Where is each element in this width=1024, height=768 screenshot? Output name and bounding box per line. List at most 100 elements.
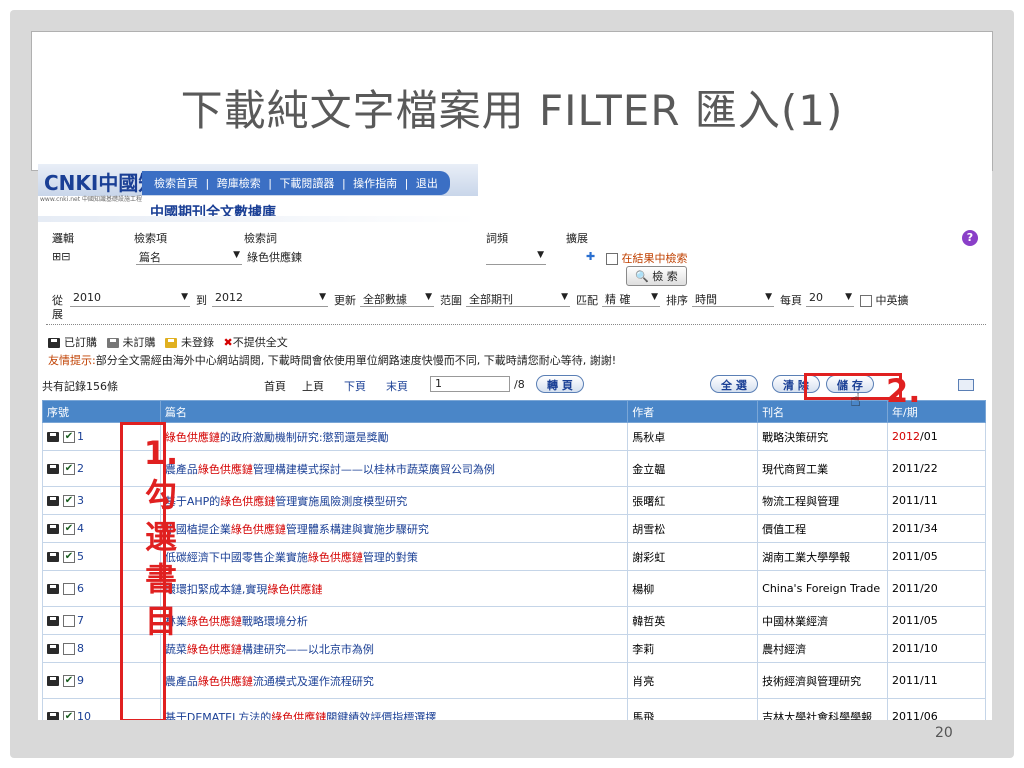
download-icon[interactable] (47, 644, 59, 654)
author-cell[interactable]: 李莉 (627, 634, 759, 663)
prev-page-link[interactable]: 上頁 (302, 378, 324, 394)
journal-cell[interactable]: 中國林業經濟 (757, 606, 889, 635)
row-checkbox[interactable]: ✔ (63, 551, 75, 563)
author-cell[interactable]: 肖亮 (627, 662, 759, 699)
field-select[interactable]: 篇名 ▼ (136, 248, 242, 265)
perpage-select[interactable]: 20 ▼ (806, 290, 854, 307)
author-cell[interactable]: 韓哲英 (627, 606, 759, 635)
article-title-link[interactable]: 基于AHP的綠色供應鏈管理實施風險測度模型研究 (159, 486, 629, 515)
header-number[interactable]: 序號 (42, 400, 161, 423)
journal-cell[interactable]: 現代商貿工業 (757, 450, 889, 487)
header-title[interactable]: 篇名 (159, 400, 629, 423)
to-label: 到 (196, 294, 207, 307)
goto-page-button[interactable]: 轉 頁 (536, 375, 584, 393)
download-icon[interactable] (47, 584, 59, 594)
nav-reader[interactable]: 下載閱讀器 (279, 177, 334, 190)
year-cell[interactable]: 2011/05 (887, 542, 986, 571)
author-cell[interactable]: 金立韞 (627, 450, 759, 487)
journal-cell[interactable]: 湖南工業大學學報 (757, 542, 889, 571)
next-page-link[interactable]: 下頁 (344, 378, 366, 394)
article-title-link[interactable]: 低碳經濟下中國零售企業實施綠色供應鏈管理的對策 (159, 542, 629, 571)
year-cell[interactable]: 2011/22 (887, 450, 986, 487)
row-checkbox[interactable]: ✔ (63, 463, 75, 475)
row-number: 8 (77, 642, 84, 655)
year-cell[interactable]: 2011/06 (887, 698, 986, 720)
year-cell[interactable]: 2011/20 (887, 570, 986, 607)
year-cell[interactable]: 2011/11 (887, 662, 986, 699)
step2-annotation: 2. (886, 372, 921, 410)
year-cell[interactable]: 2012/01 (887, 422, 986, 451)
author-cell[interactable]: 謝彩虹 (627, 542, 759, 571)
article-title-link[interactable]: 中國植提企業綠色供應鏈管理體系構建與實施步驟研究 (159, 514, 629, 543)
year-cell[interactable]: 2011/05 (887, 606, 986, 635)
download-icon[interactable] (47, 496, 59, 506)
nav-guide[interactable]: 操作指南 (353, 177, 397, 190)
row-checkbox[interactable]: ✔ (63, 523, 75, 535)
year-cell[interactable]: 2011/10 (887, 634, 986, 663)
article-title-link[interactable]: 農產品綠色供應鏈管理構建模式探討——以桂林市蔬菜廣貿公司為例 (159, 450, 629, 487)
journal-cell[interactable]: 戰略決策研究 (757, 422, 889, 451)
update-select[interactable]: 全部數據 ▼ (360, 290, 434, 307)
from-year-select[interactable]: 2010 ▼ (70, 290, 190, 307)
download-icon[interactable] (47, 524, 59, 534)
author-cell[interactable]: 胡雪松 (627, 514, 759, 543)
year-cell[interactable]: 2011/11 (887, 486, 986, 515)
freq-select[interactable]: ▼ (486, 248, 546, 265)
sort-select[interactable]: 時間 ▼ (692, 290, 774, 307)
match-select[interactable]: 精 確 ▼ (602, 290, 660, 307)
author-cell[interactable]: 張曙紅 (627, 486, 759, 515)
row-checkbox[interactable]: ✔ (63, 495, 75, 507)
row-checkbox[interactable]: ✔ (63, 431, 75, 443)
download-icon[interactable] (47, 712, 59, 720)
header-journal[interactable]: 刊名 (757, 400, 889, 423)
select-all-button[interactable]: 全 選 (710, 375, 758, 393)
article-title-link[interactable]: 環環扣緊成本鏈,實現綠色供應鏈 (159, 570, 629, 607)
row-checkbox[interactable]: ✔ (63, 711, 75, 720)
download-icon[interactable] (47, 676, 59, 686)
journal-cell[interactable]: 吉林大學社會科學學報 (757, 698, 889, 720)
field-label: 檢索項 (134, 232, 167, 245)
subscribed-icon (48, 338, 60, 348)
year-cell[interactable]: 2011/34 (887, 514, 986, 543)
ce-expand-checkbox[interactable]: 中英擴 (860, 292, 909, 308)
range-select[interactable]: 全部期刊 ▼ (466, 290, 570, 307)
in-result-checkbox[interactable]: 在結果中檢索 (606, 250, 688, 266)
journal-cell[interactable]: 物流工程與管理 (757, 486, 889, 515)
search-button[interactable]: 🔍 檢 索 (626, 266, 687, 286)
download-icon[interactable] (47, 616, 59, 626)
first-page-link[interactable]: 首頁 (264, 378, 286, 394)
download-icon[interactable] (47, 432, 59, 442)
journal-cell[interactable]: China's Foreign Trade (757, 570, 889, 607)
plusminus-icon[interactable]: ⊞⊟ (52, 250, 70, 263)
download-icon[interactable] (47, 464, 59, 474)
article-title-link[interactable]: 農產品綠色供應鏈流通模式及運作流程研究 (159, 662, 629, 699)
row-checkbox[interactable] (63, 615, 75, 627)
nav-cross-search[interactable]: 跨庫檢索 (217, 177, 261, 190)
row-checkbox[interactable]: ✔ (63, 675, 75, 687)
list-view-icon[interactable] (958, 379, 974, 391)
row-number: 10 (77, 710, 91, 720)
article-title-link[interactable]: 基于DEMATEL方法的綠色供應鏈關鍵績效評價指標選擇 (159, 698, 629, 720)
expand-icon[interactable]: ✚ (586, 250, 595, 263)
journal-cell[interactable]: 農村經濟 (757, 634, 889, 663)
to-year-select[interactable]: 2012 ▼ (212, 290, 328, 307)
row-checkbox[interactable] (63, 583, 75, 595)
download-icon[interactable] (47, 552, 59, 562)
author-cell[interactable]: 馬飛 (627, 698, 759, 720)
term-input[interactable]: 綠色供應鍊 (244, 248, 480, 265)
help-icon[interactable]: ? (962, 230, 978, 246)
author-cell[interactable]: 馬秋卓 (627, 422, 759, 451)
sort-label: 排序 (666, 294, 688, 307)
nav-logout[interactable]: 退出 (416, 177, 438, 190)
article-title-link[interactable]: 綠色供應鏈的政府激勵機制研究:懲罰還是獎勵 (159, 422, 629, 451)
nav-search-home[interactable]: 檢索首頁 (154, 177, 198, 190)
author-cell[interactable]: 楊柳 (627, 570, 759, 607)
page-input[interactable]: 1 (430, 376, 510, 392)
header-author[interactable]: 作者 (627, 400, 759, 423)
journal-cell[interactable]: 價值工程 (757, 514, 889, 543)
last-page-link[interactable]: 末頁 (386, 378, 408, 394)
journal-cell[interactable]: 技術經濟與管理研究 (757, 662, 889, 699)
article-title-link[interactable]: 林業綠色供應鏈戰略環境分析 (159, 606, 629, 635)
row-checkbox[interactable] (63, 643, 75, 655)
article-title-link[interactable]: 蔬菜綠色供應鏈構建研究——以北京市為例 (159, 634, 629, 663)
